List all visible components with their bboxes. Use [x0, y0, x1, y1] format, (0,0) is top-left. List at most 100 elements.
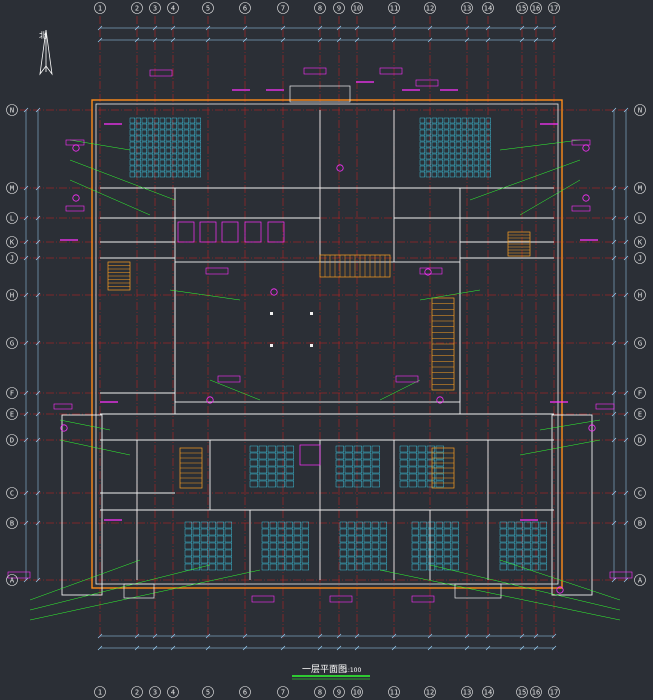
svg-text:F: F	[638, 389, 642, 397]
axis-bubble-right-B: B	[634, 517, 646, 529]
building-outline	[91, 99, 563, 589]
svg-text:10: 10	[353, 4, 361, 12]
annotation-leader	[69, 159, 176, 201]
label-box	[571, 205, 591, 212]
axis-bubble-right-D: D	[634, 434, 646, 446]
outer-wall	[95, 103, 559, 585]
toilet-stall	[177, 221, 195, 243]
south-east-stair	[431, 447, 455, 489]
axis-bubble-bottom-17: 17	[548, 686, 560, 698]
svg-text:5: 5	[206, 4, 210, 12]
detail-tag-marker	[582, 144, 590, 152]
axis-bubble-left-E: E	[6, 408, 18, 420]
label-box	[303, 67, 327, 75]
svg-text:3: 3	[153, 688, 157, 696]
annotation-leader	[69, 179, 151, 216]
axis-bubble-right-G: G	[634, 337, 646, 349]
svg-text:4: 4	[171, 688, 175, 696]
axis-bubble-bottom-3: 3	[149, 686, 161, 698]
floor-plan-canvas: 北 1 1 2 2 3 3 4 4 5 5 6 6 7 7 8 8 9 9 10 10 11 11 12 12 13 13 14 14…	[0, 0, 653, 700]
svg-text:D: D	[638, 436, 642, 444]
label-box	[395, 375, 419, 383]
axis-bubble-top-8: 8	[314, 2, 326, 14]
classroom-seats-5	[499, 521, 548, 571]
svg-text:H: H	[638, 291, 642, 299]
axis-bubble-top-17: 17	[548, 2, 560, 14]
axis-bubble-top-6: 6	[239, 2, 251, 14]
axis-bubble-left-F: F	[6, 387, 18, 399]
svg-text:11: 11	[390, 4, 398, 12]
west-stair	[107, 261, 131, 291]
svg-text:M: M	[638, 184, 642, 192]
column-marker	[310, 344, 313, 347]
svg-text:K: K	[10, 238, 15, 246]
axis-bubble-top-15: 15	[516, 2, 528, 14]
lab-seats-2	[335, 445, 381, 488]
axis-bubble-bottom-7: 7	[277, 686, 289, 698]
axis-bubble-bottom-9: 9	[333, 686, 345, 698]
axis-bubble-top-5: 5	[202, 2, 214, 14]
column-marker	[270, 344, 273, 347]
axis-bubble-left-H: H	[6, 289, 18, 301]
svg-text:7: 7	[281, 4, 285, 12]
svg-text:12: 12	[426, 688, 434, 696]
classroom-seats-3	[339, 521, 388, 571]
svg-text:A: A	[638, 576, 643, 584]
axis-bubble-bottom-11: 11	[388, 686, 400, 698]
svg-text:10: 10	[353, 688, 361, 696]
axis-bubble-top-9: 9	[333, 2, 345, 14]
label-box	[411, 595, 435, 603]
axis-bubble-bottom-14: 14	[482, 686, 494, 698]
svg-text:2: 2	[135, 4, 139, 12]
label-box	[329, 595, 353, 603]
svg-text:M: M	[10, 184, 14, 192]
svg-text:13: 13	[463, 4, 471, 12]
svg-text:16: 16	[532, 4, 540, 12]
axis-bubble-left-J: J	[6, 252, 18, 264]
label-box	[149, 69, 173, 77]
axis-bubble-right-K: K	[634, 236, 646, 248]
label-box	[217, 375, 241, 383]
axis-bubble-right-H: H	[634, 289, 646, 301]
axis-bubble-left-M: M	[6, 182, 18, 194]
axis-bubble-right-A: A	[634, 574, 646, 586]
svg-text:G: G	[638, 339, 642, 347]
label-box	[595, 403, 615, 410]
axis-bubble-bottom-16: 16	[530, 686, 542, 698]
lecture-hall-west-seats	[129, 117, 202, 178]
label-box	[251, 595, 275, 603]
svg-text:16: 16	[532, 688, 540, 696]
south-entrance-steps-west	[123, 583, 155, 599]
detail-tag-marker	[270, 288, 278, 296]
classroom-seats-2	[261, 521, 310, 571]
axis-bubble-top-12: 12	[424, 2, 436, 14]
lab-seats-3	[399, 445, 445, 488]
svg-text:J: J	[638, 254, 642, 262]
annotation-leader	[519, 439, 601, 456]
toilet-stall	[299, 444, 321, 466]
svg-text:13: 13	[463, 688, 471, 696]
svg-text:6: 6	[243, 4, 247, 12]
axis-bubble-left-N: N	[6, 104, 18, 116]
svg-text:C: C	[10, 489, 14, 497]
svg-text:8: 8	[318, 688, 322, 696]
axis-bubble-top-14: 14	[482, 2, 494, 14]
svg-text:15: 15	[518, 688, 526, 696]
drawing-scale: 1:100	[344, 667, 361, 674]
axis-bubble-right-E: E	[634, 408, 646, 420]
axis-bubble-bottom-1: 1	[94, 686, 106, 698]
axis-bubble-left-A: A	[6, 574, 18, 586]
svg-text:2: 2	[135, 688, 139, 696]
svg-text:E: E	[638, 410, 642, 418]
svg-text:D: D	[10, 436, 14, 444]
label-box	[53, 403, 73, 410]
axis-bubble-right-F: F	[634, 387, 646, 399]
axis-bubble-left-L: L	[6, 212, 18, 224]
annotation-leader	[379, 379, 421, 401]
toilet-stall	[267, 221, 285, 243]
svg-text:A: A	[10, 576, 15, 584]
axis-bubble-right-J: J	[634, 252, 646, 264]
axis-bubble-left-C: C	[6, 487, 18, 499]
axis-bubble-top-2: 2	[131, 2, 143, 14]
axis-bubble-left-K: K	[6, 236, 18, 248]
